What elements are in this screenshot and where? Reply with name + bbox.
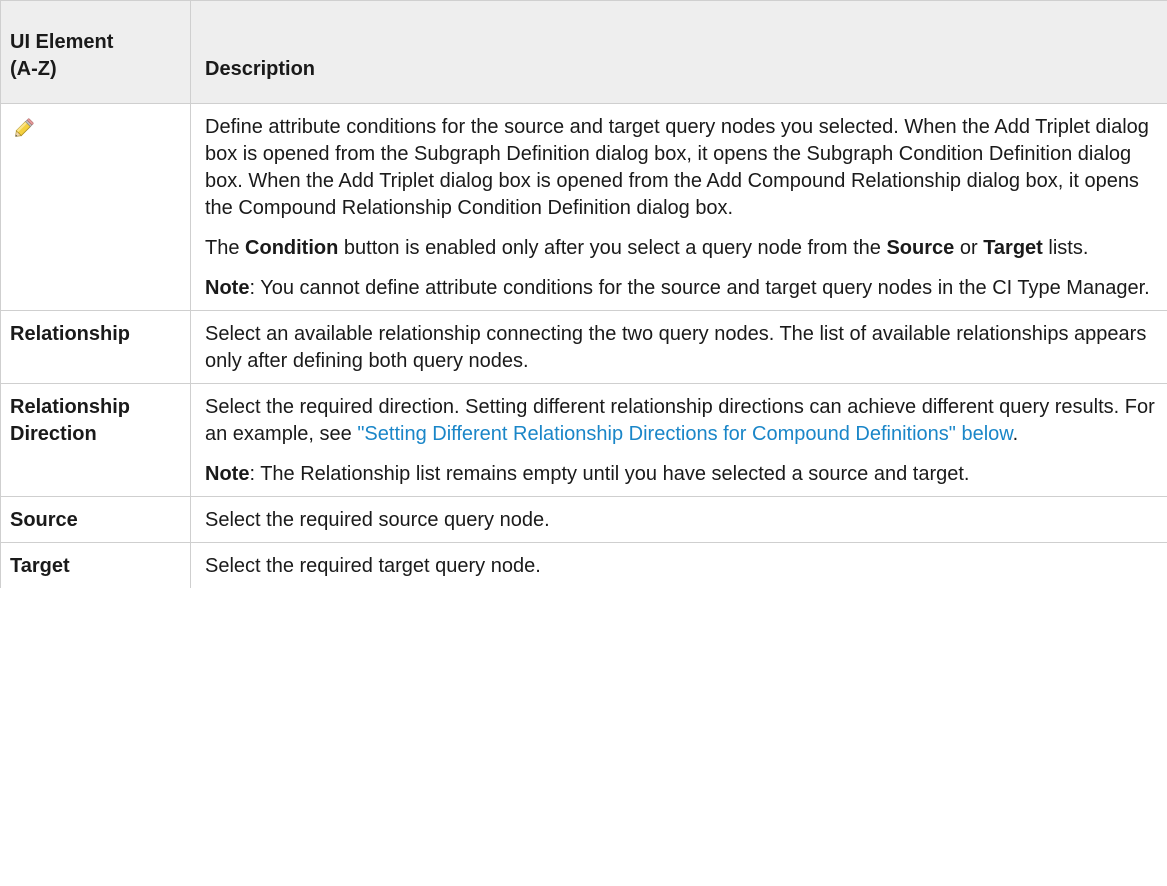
text-run: button is enabled only after you select … <box>338 237 887 259</box>
text-run: or <box>954 237 984 259</box>
note-paragraph: Note: The Relationship list remains empt… <box>205 461 1162 488</box>
description-cell: Select an available relationship connect… <box>190 310 1167 384</box>
description-cell: Select the required direction. Setting d… <box>190 383 1167 497</box>
header-description: Description <box>190 0 1167 104</box>
condition-term: Condition <box>245 237 339 259</box>
description-cell: Select the required source query node. <box>190 496 1167 543</box>
note-label: Note <box>205 277 250 299</box>
description-paragraph: Define attribute conditions for the sour… <box>205 116 1149 219</box>
description-paragraph: The Condition button is enabled only aft… <box>205 235 1162 262</box>
description-cell: Define attribute conditions for the sour… <box>190 103 1167 311</box>
description-paragraph: Select the required target query node. <box>205 555 541 577</box>
note-label: Note <box>205 463 250 485</box>
description-cell: Select the required target query node. <box>191 543 1167 589</box>
note-paragraph: Note: You cannot define attribute condit… <box>205 275 1162 302</box>
table-row-target: Target Select the required target query … <box>0 542 1167 589</box>
table-row-relationship: Relationship Select an available relatio… <box>0 310 1167 384</box>
ui-element-cell: Source <box>0 496 191 543</box>
note-text: : You cannot define attribute conditions… <box>249 277 1150 299</box>
setting-directions-link[interactable]: "Setting Different Relationship Directio… <box>357 423 1012 445</box>
ui-element-line2: Direction <box>10 423 97 445</box>
header-ui-element-line1: UI Element <box>10 31 114 53</box>
text-run: lists. <box>1042 237 1089 259</box>
description-paragraph: Select an available relationship connect… <box>205 323 1147 372</box>
table-row-source: Source Select the required source query … <box>0 496 1167 543</box>
pencil-icon <box>10 116 36 142</box>
target-term: Target <box>983 237 1043 259</box>
ui-element-line1: Relationship <box>10 396 131 418</box>
description-paragraph: Select the required source query node. <box>205 509 550 531</box>
text-run: . <box>1012 423 1019 445</box>
table-header-row: UI Element (A-Z) Description <box>0 0 1167 104</box>
ui-element-table: UI Element (A-Z) Description Define attr… <box>0 0 1167 588</box>
header-ui-element-line2: (A-Z) <box>10 58 57 80</box>
ui-element-cell: Target <box>0 542 191 588</box>
header-ui-element: UI Element (A-Z) <box>0 0 191 104</box>
text-run: The <box>205 237 246 259</box>
source-term: Source <box>886 237 955 259</box>
table-row-condition: Define attribute conditions for the sour… <box>0 103 1167 311</box>
ui-element-cell: Relationship Direction <box>0 383 191 497</box>
table-row-relationship-direction: Relationship Direction Select the requir… <box>0 383 1167 497</box>
ui-element-cell <box>0 103 191 311</box>
ui-element-cell: Relationship <box>0 310 191 384</box>
note-text: : The Relationship list remains empty un… <box>249 463 970 485</box>
description-paragraph: Select the required direction. Setting d… <box>205 394 1162 448</box>
